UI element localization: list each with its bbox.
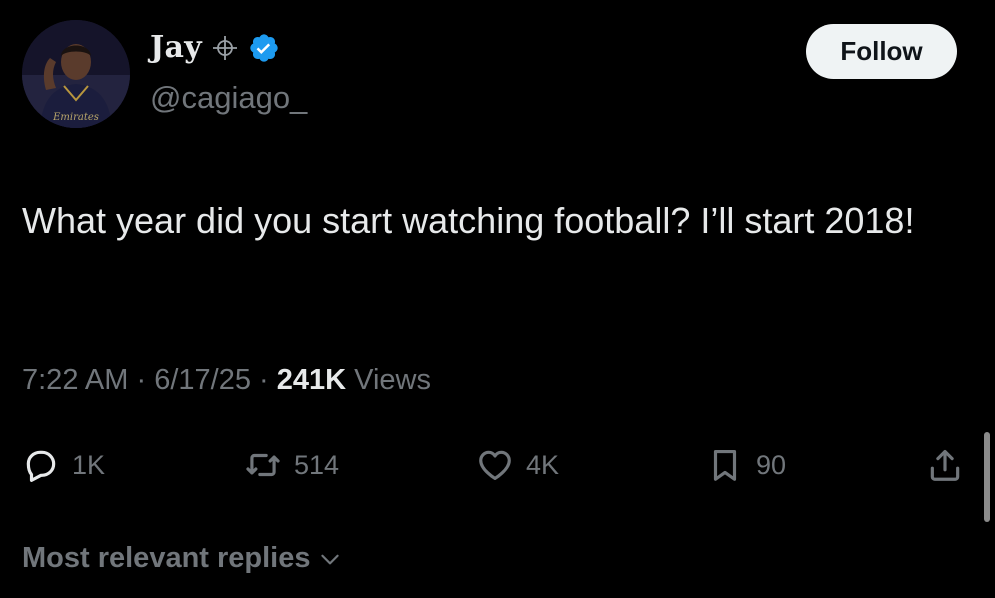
display-name[interactable]: Jay (150, 30, 202, 65)
tweet-time[interactable]: 7:22 AM (22, 364, 128, 396)
like-icon (476, 446, 514, 484)
bookmark-button[interactable]: 90 (706, 440, 786, 490)
reply-icon (22, 446, 60, 484)
emoji-crosshair-icon (212, 35, 238, 61)
share-icon (926, 446, 964, 484)
tweet-meta: 7:22 AM · 6/17/25 · 241K Views (22, 364, 431, 397)
author-handle[interactable]: @cagiago_ (150, 80, 307, 116)
scrollbar[interactable] (984, 432, 990, 522)
tweet-date[interactable]: 6/17/25 (154, 364, 251, 396)
author-name-row[interactable]: Jay (150, 30, 280, 65)
avatar-jersey-text: Emirates (52, 112, 99, 123)
reply-button[interactable]: 1K (22, 440, 105, 490)
views-label: Views (354, 364, 431, 396)
repost-button[interactable]: 514 (244, 440, 339, 490)
replies-sort-label: Most relevant replies (22, 542, 311, 574)
bookmark-icon (706, 446, 744, 484)
share-button[interactable] (926, 440, 964, 490)
repost-icon (244, 446, 282, 484)
reply-count: 1K (72, 449, 106, 480)
like-count: 4K (526, 449, 560, 480)
bookmark-count: 90 (756, 449, 787, 480)
follow-button[interactable]: Follow (806, 24, 957, 79)
verified-badge-icon[interactable] (248, 32, 280, 64)
like-button[interactable]: 4K (476, 440, 559, 490)
replies-sort-dropdown[interactable]: Most relevant replies (22, 542, 343, 575)
repost-count: 514 (294, 449, 340, 480)
tweet-detail: Emirates Jay @cagiago_ Follow What year … (0, 0, 995, 598)
action-bar: 1K 514 4K 90 (22, 440, 972, 490)
chevron-down-icon (317, 546, 343, 572)
meta-separator: · (136, 364, 147, 396)
avatar[interactable]: Emirates (22, 20, 130, 128)
views-count: 241K (276, 364, 347, 396)
avatar-image: Emirates (22, 20, 130, 128)
tweet-text: What year did you start watching footbal… (22, 200, 915, 241)
meta-separator: · (259, 364, 269, 396)
